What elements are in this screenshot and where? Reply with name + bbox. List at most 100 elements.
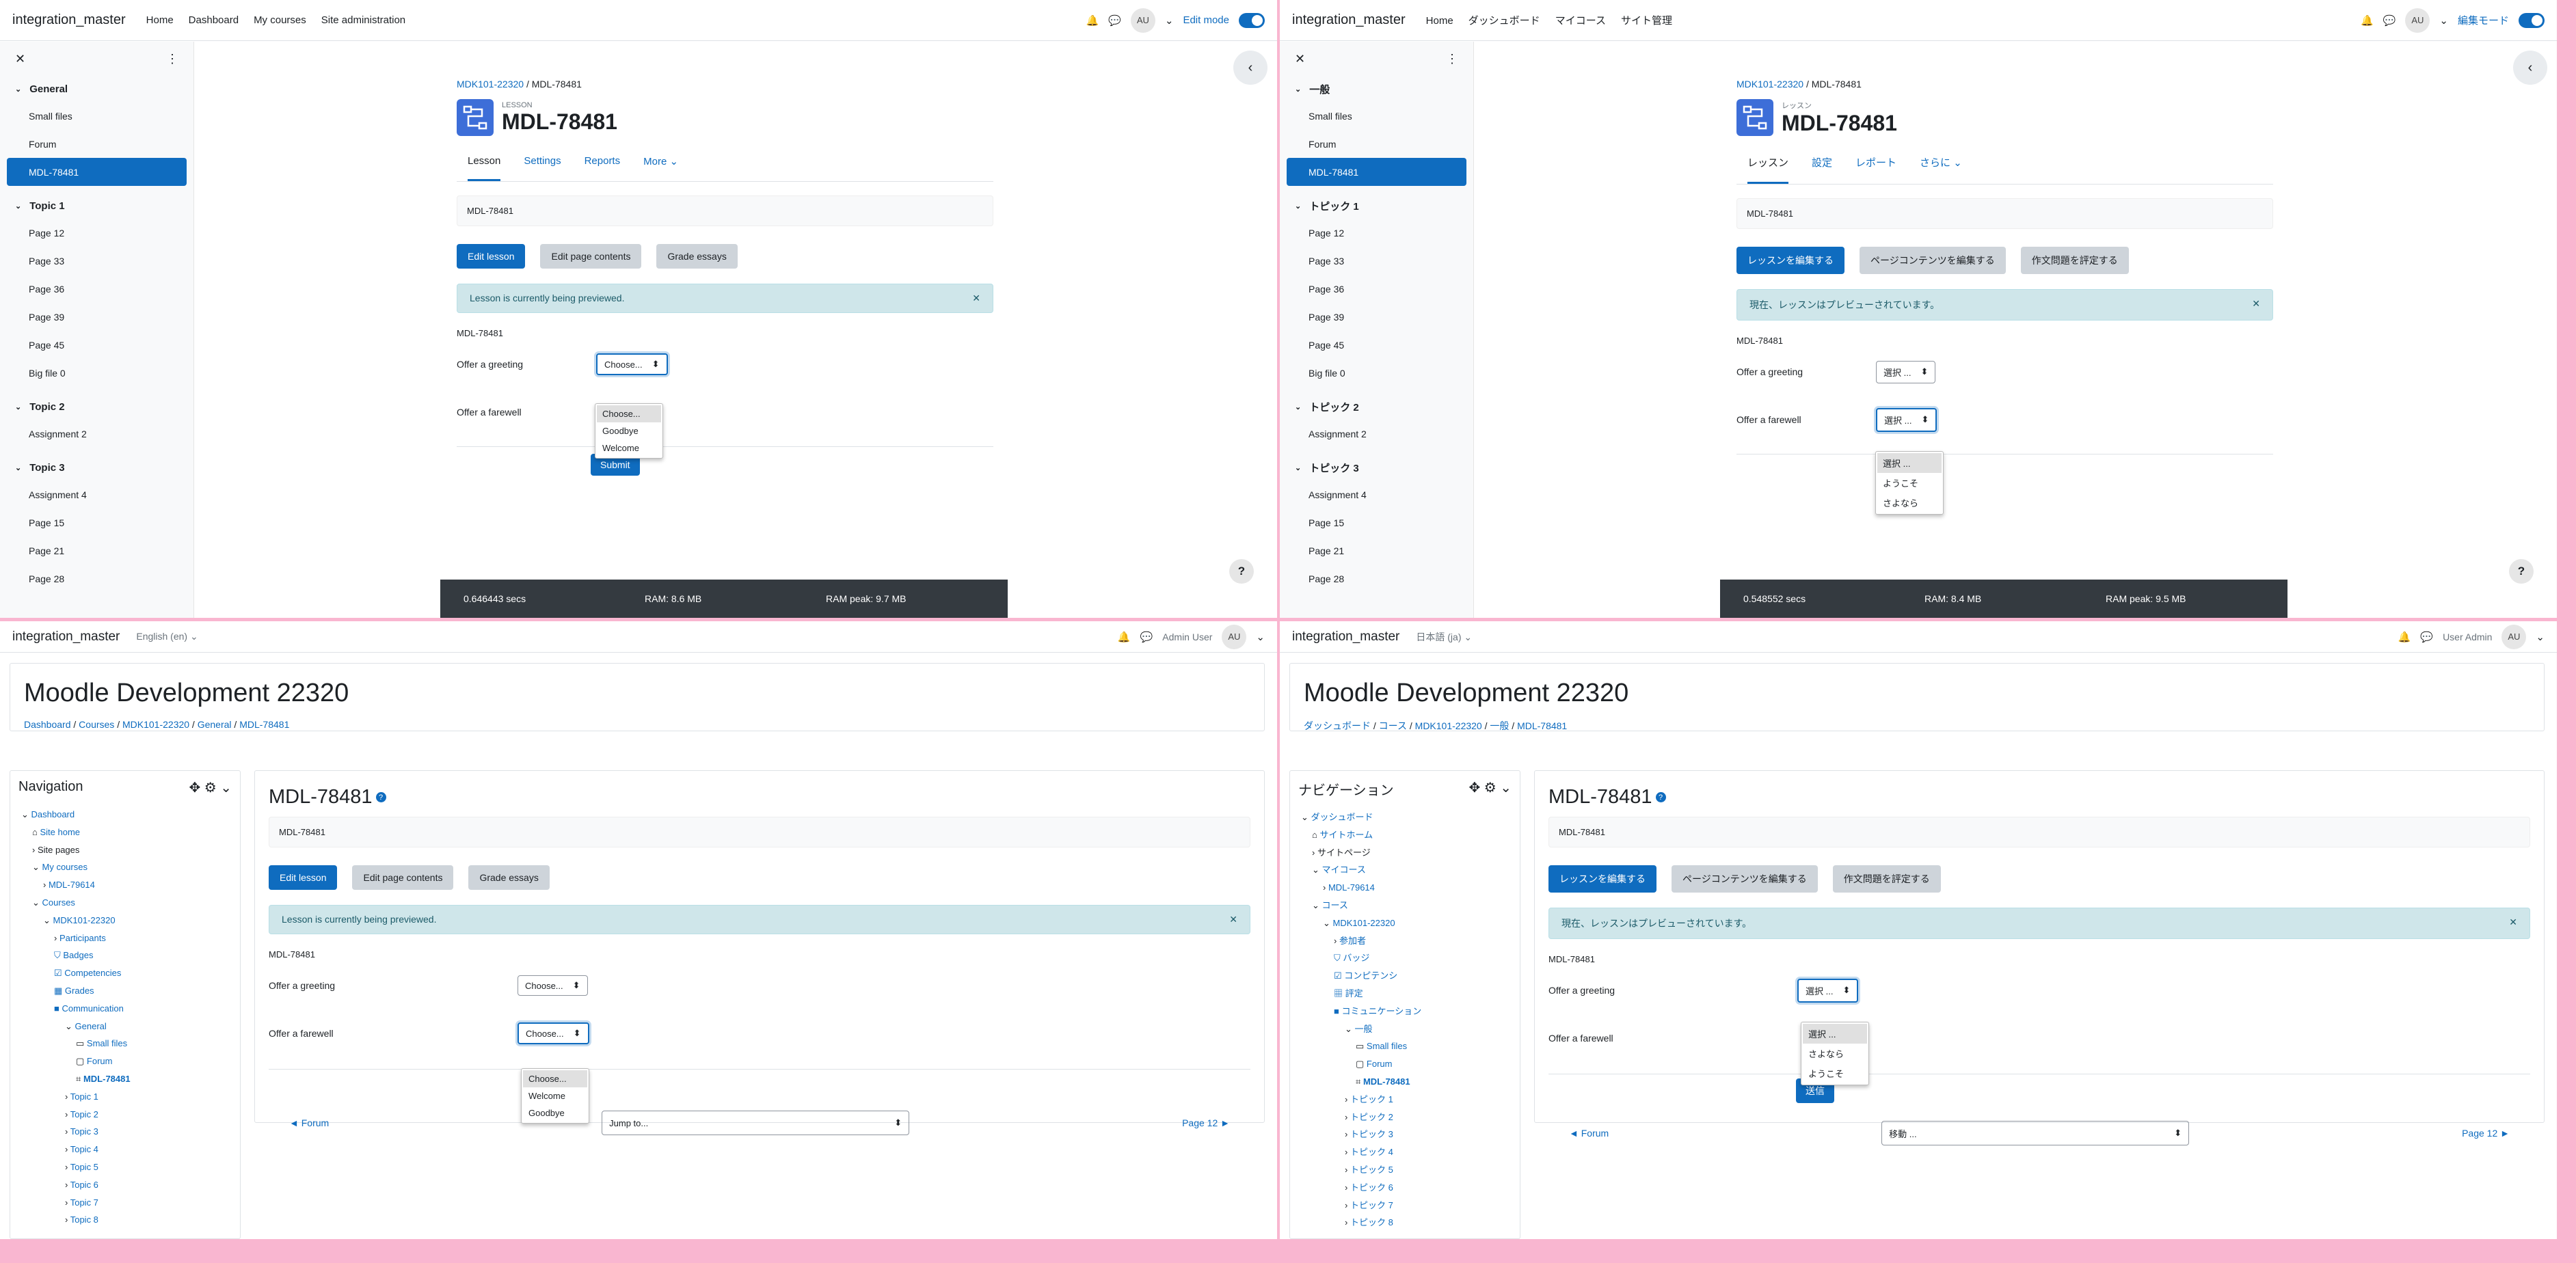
course-index-item[interactable]: Small files — [0, 102, 193, 130]
help-icon[interactable]: ? — [1655, 792, 1666, 802]
farewell-select[interactable]: 選択 ... ⬍ — [1876, 407, 1937, 432]
site-brand[interactable]: integration_master — [12, 12, 126, 28]
close-icon[interactable]: ✕ — [1229, 914, 1237, 925]
course-index-item[interactable]: Page 15 — [1280, 508, 1473, 537]
more-options-icon[interactable]: ⋮ — [166, 52, 178, 66]
open-block-drawer-button[interactable]: ‹ — [2513, 51, 2547, 85]
help-button[interactable]: ? — [1229, 559, 1254, 584]
nav-dashboard[interactable]: Dashboard — [189, 14, 239, 26]
tab-more[interactable]: More ⌄ — [643, 150, 678, 181]
dropdown-option[interactable]: さよなら — [1877, 493, 1942, 513]
jump-to-select[interactable]: Jump to... ⬍ — [602, 1111, 910, 1135]
section-topic-2[interactable]: ⌄ Topic 2 — [0, 394, 193, 420]
dropdown-option[interactable]: Choose... — [523, 1070, 587, 1087]
section-topic-3[interactable]: ⌄ トピック 3 — [1280, 454, 1473, 480]
course-index-item[interactable]: Assignment 2 — [0, 420, 193, 448]
course-index-item[interactable]: Page 45 — [0, 331, 193, 359]
chevron-down-icon[interactable]: ⌄ — [1256, 631, 1265, 643]
dropdown-option[interactable]: Choose... — [597, 405, 661, 422]
avatar[interactable]: AU — [2501, 624, 2527, 649]
course-index-item[interactable]: Assignment 2 — [1280, 420, 1473, 448]
dropdown-option[interactable]: 選択 ... — [1877, 453, 1942, 473]
chevron-down-icon[interactable]: ⌄ — [2536, 631, 2545, 643]
edit-mode-toggle[interactable] — [1239, 12, 1265, 28]
open-block-drawer-button[interactable]: ‹ — [1233, 51, 1267, 85]
dropdown-option[interactable]: Goodbye — [597, 422, 661, 439]
course-index-item[interactable]: Forum — [0, 130, 193, 158]
course-index-item[interactable]: Page 28 — [0, 565, 193, 593]
grade-essays-button[interactable]: Grade essays — [468, 865, 550, 890]
bell-icon[interactable]: 🔔 — [1086, 14, 1099, 27]
greeting-select[interactable]: 選択 ... ⬍ — [1797, 978, 1859, 1003]
course-index-item[interactable]: Page 36 — [1280, 275, 1473, 303]
close-icon[interactable]: ✕ — [2509, 916, 2517, 930]
tab-more[interactable]: さらに ⌄ — [1920, 150, 1962, 184]
tab-lesson[interactable]: Lesson — [468, 150, 501, 181]
greeting-select[interactable]: Choose... ⬍ — [596, 353, 668, 375]
grade-essays-button[interactable]: 作文問題を評定する — [2020, 247, 2129, 274]
course-index-item[interactable]: Page 12 — [0, 219, 193, 247]
avatar[interactable]: AU — [1130, 8, 1155, 33]
close-icon[interactable]: ✕ — [2252, 298, 2260, 312]
help-button[interactable]: ? — [2509, 559, 2534, 584]
edit-lesson-button[interactable]: レッスンを編集する — [1736, 247, 1844, 274]
farewell-select[interactable]: Choose... ⬍ — [518, 1022, 589, 1044]
edit-lesson-button[interactable]: Edit lesson — [269, 865, 338, 890]
language-menu[interactable]: English (en) ⌄ — [136, 631, 198, 642]
nav-dashboard[interactable]: ダッシュボード — [1468, 15, 1540, 27]
user-name[interactable]: Admin User — [1162, 632, 1212, 642]
tab-settings[interactable]: Settings — [524, 150, 561, 181]
section-general[interactable]: ⌄ General — [0, 76, 193, 102]
edit-page-contents-button[interactable]: Edit page contents — [352, 865, 454, 890]
course-index-item[interactable]: Page 33 — [1280, 247, 1473, 275]
chevron-down-icon[interactable]: ⌄ — [2439, 14, 2448, 27]
course-index-item[interactable]: Small files — [1280, 102, 1473, 130]
edit-page-contents-button[interactable]: ページコンテンツを編集する — [1672, 865, 1818, 893]
dropdown-option[interactable]: Welcome — [523, 1087, 587, 1104]
help-icon[interactable]: ? — [375, 792, 386, 802]
dropdown-option[interactable]: Goodbye — [523, 1104, 587, 1122]
site-brand[interactable]: integration_master — [1292, 629, 1399, 644]
nav-home[interactable]: Home — [146, 14, 174, 26]
bell-icon[interactable]: 🔔 — [2398, 631, 2411, 643]
course-index-item[interactable]: Assignment 4 — [1280, 480, 1473, 508]
course-index-item[interactable]: Forum — [1280, 130, 1473, 158]
course-index-item[interactable]: Assignment 4 — [0, 480, 193, 508]
greeting-select[interactable]: Choose... ⬍ — [518, 975, 588, 996]
block-actions-icon[interactable]: ✥ ⚙ ⌄ — [1468, 779, 1512, 799]
tab-reports[interactable]: Reports — [585, 150, 621, 181]
site-brand[interactable]: integration_master — [1292, 12, 1406, 28]
course-index-item[interactable]: Page 36 — [0, 275, 193, 303]
greeting-select[interactable]: 選択 ... ⬍ — [1876, 360, 1936, 383]
avatar[interactable]: AU — [1222, 624, 1247, 649]
dropdown-option[interactable]: Welcome — [597, 439, 661, 457]
bell-icon[interactable]: 🔔 — [1118, 631, 1131, 643]
section-topic-2[interactable]: ⌄ トピック 2 — [1280, 394, 1473, 420]
block-actions-icon[interactable]: ✥ ⚙ ⌄ — [189, 779, 232, 796]
more-options-icon[interactable]: ⋮ — [1446, 52, 1458, 66]
close-icon[interactable]: ✕ — [972, 293, 980, 304]
close-icon[interactable]: ✕ — [15, 52, 25, 66]
dropdown-option[interactable]: 選択 ... — [1803, 1024, 1867, 1044]
grade-essays-button[interactable]: 作文問題を評定する — [1832, 865, 1941, 893]
breadcrumb-course[interactable]: MDK101-22320 — [457, 79, 524, 90]
course-index-item[interactable]: Page 39 — [1280, 303, 1473, 331]
section-topic-1[interactable]: ⌄ Topic 1 — [0, 193, 193, 219]
chat-icon[interactable]: 💬 — [1108, 14, 1121, 27]
tab-reports[interactable]: レポート — [1855, 150, 1896, 184]
chat-icon[interactable]: 💬 — [2383, 14, 2396, 27]
section-topic-3[interactable]: ⌄ Topic 3 — [0, 454, 193, 480]
chat-icon[interactable]: 💬 — [2420, 631, 2433, 643]
avatar[interactable]: AU — [2405, 8, 2430, 33]
nav-my-courses[interactable]: My courses — [254, 14, 306, 26]
dropdown-option[interactable]: ようこそ — [1877, 473, 1942, 493]
course-index-item[interactable]: Big file 0 — [0, 359, 193, 387]
nav-site-administration[interactable]: サイト管理 — [1621, 15, 1672, 27]
nav-site-administration[interactable]: Site administration — [321, 14, 405, 26]
course-index-item[interactable]: Big file 0 — [1280, 359, 1473, 387]
course-index-item[interactable]: Page 15 — [0, 508, 193, 537]
next-activity-link[interactable]: Page 12 ► — [2462, 1128, 2510, 1139]
chevron-down-icon[interactable]: ⌄ — [1165, 14, 1174, 27]
tab-settings[interactable]: 設定 — [1812, 150, 1832, 184]
grade-essays-button[interactable]: Grade essays — [656, 244, 738, 269]
